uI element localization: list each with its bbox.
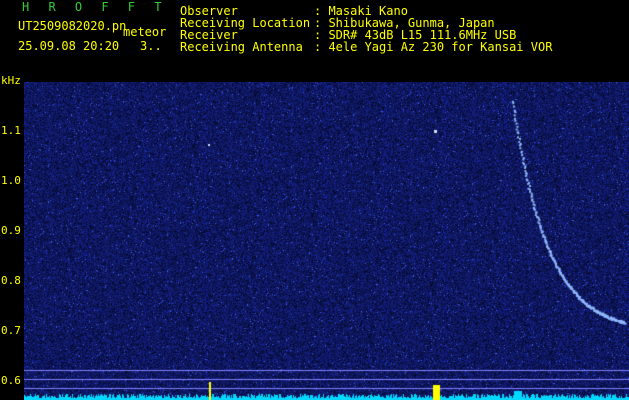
y-tick: 0.9: [1, 224, 21, 237]
y-tick: 0.6: [1, 374, 21, 387]
program-name: H R O F F T: [22, 0, 168, 14]
spectrogram-plot: [24, 82, 629, 400]
frequency-axis: 1.1 1.0 0.9 0.8 0.7 0.6: [0, 82, 24, 400]
datetime-label: 25.09.08 20:20: [18, 39, 120, 53]
y-tick: 0.7: [1, 324, 21, 337]
info-value: : 4ele Yagi Az 230 for Kansai VOR: [314, 40, 553, 54]
frame-code: 3..: [140, 39, 162, 53]
y-tick: 0.8: [1, 274, 21, 287]
mode-label: meteor: [123, 25, 167, 39]
y-tick: 1.0: [1, 174, 21, 187]
file-name: UT2509082020.pn: [18, 19, 127, 33]
info-label: Receiving Antenna: [180, 40, 303, 54]
spectrogram-window: H R O F F T UT2509082020.pn meteor 25.09…: [0, 0, 629, 400]
y-tick: 1.1: [1, 124, 21, 137]
observation-info: Observer: Masaki Kano Receiving Location…: [180, 5, 552, 53]
info-row-antenna: Receiving Antenna : 4ele Yagi Az 230 for …: [180, 41, 552, 53]
